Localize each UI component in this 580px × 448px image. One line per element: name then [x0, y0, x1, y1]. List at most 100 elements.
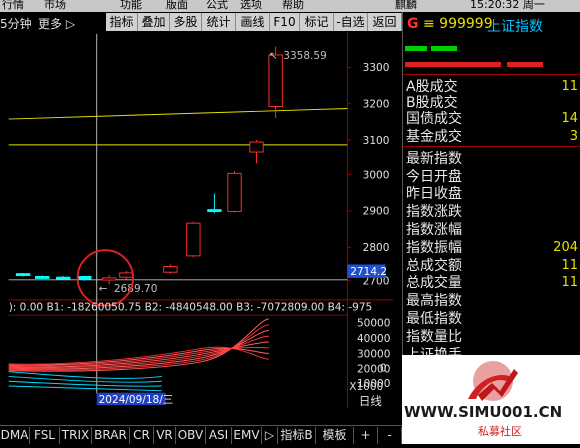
panel-row-value: 11	[561, 79, 578, 94]
volume-indicator-lines	[8, 318, 270, 392]
watchlist-button[interactable]: -自选	[334, 13, 368, 31]
tab-cr[interactable]: CR	[130, 427, 154, 444]
menu-quote[interactable]: 行情	[2, 0, 24, 12]
tab-more-arrow[interactable]: ▷	[262, 427, 278, 444]
volume-tick-label: 40000	[357, 333, 390, 345]
menu-layout[interactable]: 版面	[166, 0, 188, 12]
menu-bar: 行情 市场 功能 版面 公式 选项 帮助 麒麟 15:20:32 周一	[0, 0, 580, 12]
volume-unit-label: X1000	[349, 381, 383, 393]
candle-body	[15, 273, 31, 277]
volume-tick-label: 0	[380, 363, 387, 375]
panel-index-name: 上证指数	[487, 19, 543, 35]
low-label: 2689.70	[114, 283, 158, 295]
menu-options[interactable]: 选项	[240, 0, 262, 12]
panel-row-value: 14	[561, 111, 578, 126]
price-tick-label: 3300	[363, 62, 390, 74]
panel-row-label: 指数振幅	[406, 240, 462, 256]
watermark-caption: 私募社区	[478, 424, 522, 438]
menu-function[interactable]: 功能	[120, 0, 142, 12]
panel-row-value: 11	[561, 258, 578, 273]
tab-emv[interactable]: EMV	[232, 427, 262, 444]
panel-row-label: 今日开盘	[406, 169, 462, 185]
watermark-site: WWW.SIMU001.CN	[404, 403, 562, 421]
candle-body	[268, 54, 283, 107]
volume-indicator-line	[8, 371, 162, 379]
tab-indicator-b[interactable]: 指标B	[278, 427, 316, 444]
menu-help[interactable]: 帮助	[282, 0, 304, 12]
panel-row-label: 昨日收盘	[406, 186, 462, 202]
menu-market[interactable]: 市场	[44, 0, 66, 12]
mark-button[interactable]: 标记	[300, 13, 334, 31]
panel-row-label: 最低指数	[406, 311, 462, 327]
panel-row-label: 指数量比	[406, 329, 462, 345]
panel-row-label: 指数涨跌	[406, 204, 462, 220]
tab-trix[interactable]: TRIX	[60, 427, 92, 444]
panel-row-value: 11	[561, 275, 578, 290]
zoom-out-button[interactable]: -	[378, 427, 402, 444]
tab-template[interactable]: 模板	[316, 427, 354, 444]
date-label: 2024/09/18/三	[99, 394, 174, 406]
tab-vr[interactable]: VR	[154, 427, 176, 444]
breadth-bar-green-2	[431, 46, 457, 51]
multi-stock-button[interactable]: 多股	[170, 13, 202, 31]
volume-axis: 50000400003000020000100000X1000	[349, 318, 390, 393]
tab-dma[interactable]: DMA	[0, 427, 30, 444]
menu-formula[interactable]: 公式	[206, 0, 228, 12]
panel-row-label: 基金成交	[406, 129, 462, 145]
price-tick-label: 2900	[363, 206, 390, 218]
menu-qilin[interactable]: 麒麟	[395, 0, 417, 12]
panel-divider-2	[403, 146, 580, 147]
tab-asi[interactable]: ASI	[206, 427, 232, 444]
candle-body	[186, 222, 201, 257]
volume-tick-label: 50000	[357, 318, 390, 330]
price-tick-label: 3200	[363, 99, 390, 111]
panel-letter: G	[407, 16, 419, 32]
price-tick-label: 3100	[363, 135, 390, 147]
volume-indicator-line	[8, 335, 269, 369]
panel-row-label: 总成交量	[406, 275, 462, 291]
panel-row-label: 指数涨幅	[406, 222, 462, 238]
back-button[interactable]: 返回	[368, 13, 402, 31]
statistics-button[interactable]: 统计	[202, 13, 236, 31]
tab-brar[interactable]: BRAR	[92, 427, 130, 444]
tab-fsl[interactable]: FSL	[30, 427, 60, 444]
watermark-logo: WWW.SIMU001.CN 私募社区	[402, 355, 580, 444]
breadth-bar-red-2	[507, 62, 543, 67]
zoom-in-button[interactable]: +	[354, 427, 378, 444]
f10-button[interactable]: F10	[270, 13, 300, 31]
ma-line-upper	[8, 108, 348, 120]
candlestick-series	[15, 46, 283, 285]
period-selector[interactable]: 5分钟	[0, 15, 32, 32]
current-price-label: 2714.2	[350, 266, 387, 278]
panel-row-label: 国债成交	[406, 111, 462, 127]
high-marker-arrow: ↖	[269, 50, 278, 62]
candle-body	[119, 272, 134, 278]
draw-line-button[interactable]: 画线	[236, 13, 270, 31]
watermark-graphic: WWW.SIMU001.CN 私募社区	[404, 361, 562, 438]
candle-body	[77, 276, 92, 280]
panel-code: ≡ 999999	[423, 16, 493, 32]
volume-indicator-line	[8, 385, 162, 392]
panel-row-value: 3	[569, 129, 578, 144]
price-axis: 3300320031003000290028002700	[347, 62, 390, 288]
candle-body	[163, 266, 178, 273]
tab-obv[interactable]: OBV	[176, 427, 206, 444]
price-tick-label: 2800	[363, 242, 390, 254]
panel-row-label: 总成交额	[406, 258, 462, 274]
low-marker-arrow: ←	[99, 283, 108, 295]
kline-chart[interactable]: 3300320031003000290028002700 50000400003…	[0, 32, 402, 408]
period-label: 日线	[359, 394, 382, 408]
indicator-button[interactable]: 指标	[106, 13, 138, 31]
breadth-bar-green-1	[405, 46, 427, 51]
more-button[interactable]: 更多 ▷	[38, 15, 75, 32]
candle-body	[227, 172, 242, 212]
candle-body	[101, 277, 117, 281]
breadth-bar-red-1	[405, 62, 501, 67]
panel-divider-1	[403, 74, 580, 75]
candle-body	[35, 276, 50, 279]
overlay-button[interactable]: 叠加	[138, 13, 170, 31]
indicator-tab-bar: DMA FSL TRIX BRAR CR VR OBV ASI EMV ▷ 指标…	[0, 425, 402, 445]
panel-row-value: 204	[553, 240, 578, 255]
chart-toolbar: 5分钟 更多 ▷ 指标 叠加 多股 统计 画线 F10 标记 -自选 返回	[0, 12, 402, 32]
panel-row-label: 最高指数	[406, 293, 462, 309]
